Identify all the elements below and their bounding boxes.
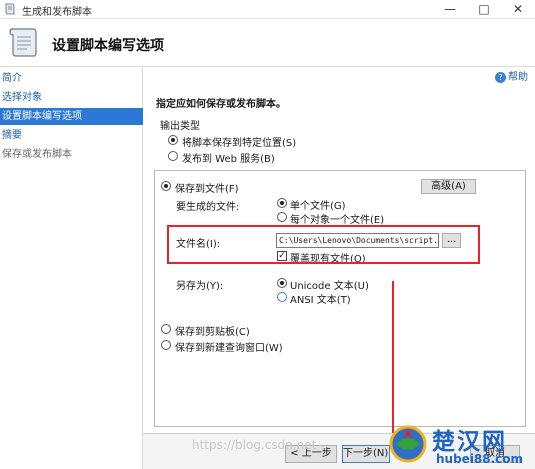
file-per-object-radio[interactable]	[277, 212, 287, 222]
maximize-icon[interactable]: □	[467, 0, 501, 19]
help-icon: ?	[495, 71, 506, 83]
query-window-radio[interactable]	[161, 340, 171, 350]
site-name: 楚汉网	[432, 429, 507, 455]
annotation-arrow-line	[392, 281, 394, 437]
script-wizard-icon	[5, 3, 15, 15]
save-to-location-label: 将脚本保存到特定位置(S)	[182, 138, 297, 149]
site-url: hubei88.com	[436, 452, 524, 466]
scroll-script-icon	[9, 28, 37, 57]
wizard-sidebar: 简介 选择对象 设置脚本编写选项 摘要 保存或发布脚本	[0, 68, 143, 469]
save-to-file-label: 保存到文件(F)	[175, 184, 239, 195]
globe-logo-icon	[389, 425, 427, 463]
annotation-highlight-box	[167, 225, 480, 264]
publish-web-label: 发布到 Web 服务(B)	[182, 154, 275, 165]
sidebar-item-summary[interactable]: 摘要	[0, 127, 143, 144]
close-icon[interactable]: ✕	[501, 0, 535, 19]
ansi-label: ANSI 文本(T)	[290, 295, 351, 306]
help-label: 帮助	[508, 72, 528, 83]
sidebar-item-select-objects[interactable]: 选择对象	[0, 89, 143, 106]
save-to-location-radio[interactable]	[168, 135, 178, 145]
sidebar-item-intro[interactable]: 简介	[0, 70, 143, 87]
unicode-radio[interactable]	[277, 278, 287, 288]
query-window-label: 保存到新建查询窗口(W)	[175, 343, 283, 354]
window-title: 生成和发布脚本	[22, 7, 92, 18]
site-watermark-logo: 楚汉网 hubei88.com	[384, 420, 535, 469]
ansi-radio[interactable]	[277, 292, 287, 302]
sidebar-item-save-publish[interactable]: 保存或发布脚本	[0, 146, 143, 163]
save-to-file-radio[interactable]	[161, 181, 171, 191]
clipboard-label: 保存到剪贴板(C)	[175, 327, 250, 338]
wizard-header: 设置脚本编写选项	[0, 19, 535, 67]
help-link[interactable]: ? 帮助	[495, 68, 528, 83]
output-type-label: 输出类型	[160, 121, 200, 132]
sidebar-item-scripting-options[interactable]: 设置脚本编写选项	[0, 108, 143, 125]
advanced-button[interactable]: 高级(A)	[421, 179, 476, 194]
title-bar: 生成和发布脚本 — □ ✕	[0, 0, 535, 19]
files-to-generate-label: 要生成的文件:	[176, 202, 240, 213]
publish-web-radio[interactable]	[168, 151, 178, 161]
instruction-text: 指定应如何保存或发布脚本。	[156, 99, 286, 110]
watermark-url: https://blog.csdn.net	[192, 438, 317, 452]
page-title: 设置脚本编写选项	[52, 38, 164, 54]
clipboard-radio[interactable]	[161, 324, 171, 334]
single-file-label: 单个文件(G)	[290, 201, 346, 212]
single-file-radio[interactable]	[277, 198, 287, 208]
file-per-object-label: 每个对象一个文件(E)	[290, 215, 385, 226]
unicode-label: Unicode 文本(U)	[290, 281, 369, 292]
save-as-label: 另存为(Y):	[176, 281, 224, 292]
minimize-icon[interactable]: —	[433, 0, 467, 19]
next-button[interactable]: 下一步(N) >	[342, 445, 390, 463]
